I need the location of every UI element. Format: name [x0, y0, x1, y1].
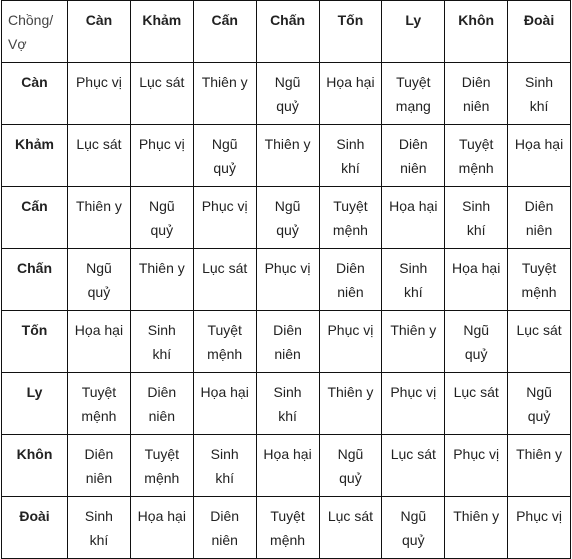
table-cell: Diên niên — [129, 372, 194, 435]
table-cell: Phục vị — [129, 124, 194, 187]
table-cell: Phục vị — [67, 62, 131, 125]
table-cell: Ngũ quỷ — [255, 62, 320, 125]
table-cell: Ngũ quỷ — [67, 248, 131, 311]
table-cell: Lục sát — [67, 124, 131, 187]
table-cell: Ngũ quỷ — [444, 310, 509, 373]
table-row: Cấn Thiên y Ngũ quỷ Phục vị Ngũ quỷ Tuyệt mện… — [1, 186, 571, 249]
column-header: Đoài — [507, 0, 571, 63]
table-cell: Lục sát — [129, 62, 194, 125]
table-cell: Sinh khí — [129, 310, 194, 373]
row-header: Tốn — [1, 310, 68, 373]
table-row: Khôn Diên niên Tuyệt mệnh Sinh khí Họa hại Ng… — [1, 434, 571, 497]
table-cell: Họa hại — [318, 62, 383, 125]
table-cell: Ngũ quỷ — [507, 372, 571, 435]
table-cell: Diên niên — [444, 62, 509, 125]
row-header: Đoài — [1, 496, 68, 559]
table-cell: Diên niên — [381, 124, 446, 187]
table-cell: Họa hại — [255, 434, 320, 497]
table-cell: Diên niên — [255, 310, 320, 373]
table-cell: Tuyệt mệnh — [129, 434, 194, 497]
table-cell: Sinh khí — [192, 434, 257, 497]
table-row: Tốn Họa hại Sinh khí Tuyệt mệnh Diên niên Phụ… — [1, 310, 571, 373]
table-cell: Thiên y — [192, 62, 257, 125]
table-cell: Phục vị — [444, 434, 509, 497]
table-cell: Ngũ quỷ — [318, 434, 383, 497]
table-cell: Lục sát — [444, 372, 509, 435]
table-cell: Sinh khí — [444, 186, 509, 249]
table-cell: Lục sát — [381, 434, 446, 497]
table-cell: Sinh khí — [67, 496, 131, 559]
table-cell: Phục vị — [318, 310, 383, 373]
table-cell: Thiên y — [444, 496, 509, 559]
table-cell: Sinh khí — [507, 62, 571, 125]
table-cell: Diên niên — [67, 434, 131, 497]
table-cell: Tuyệt mệnh — [318, 186, 383, 249]
column-header: Càn — [67, 0, 131, 63]
table-cell: Họa hại — [67, 310, 131, 373]
column-header: Cấn — [192, 0, 257, 63]
table-cell: Lục sát — [192, 248, 257, 311]
row-header: Càn — [1, 62, 68, 125]
compatibility-table: Chồng/ Vợ Càn Khảm Cấn Chấn Tốn Ly Khôn Đoài Cà… — [1, 0, 571, 559]
table-cell: Tuyệt mệnh — [507, 248, 571, 311]
table-cell: Ngũ quỷ — [381, 496, 446, 559]
table-cell: Tuyệt mạng — [381, 62, 446, 125]
table-cell: Ngũ quỷ — [129, 186, 194, 249]
table-cell: Họa hại — [192, 372, 257, 435]
table-cell: Diên niên — [192, 496, 257, 559]
row-header: Chấn — [1, 248, 68, 311]
column-header: Khảm — [129, 0, 194, 63]
table-row: Chấn Ngũ quỷ Thiên y Lục sát Phục vị Diên niê… — [1, 248, 571, 311]
row-header: Ly — [1, 372, 68, 435]
table-cell: Ngũ quỷ — [255, 186, 320, 249]
table-cell: Thiên y — [507, 434, 571, 497]
table-cell: Tuyệt mệnh — [255, 496, 320, 559]
table-cell: Họa hại — [129, 496, 194, 559]
corner-header: Chồng/ Vợ — [1, 0, 68, 63]
table-cell: Diên niên — [318, 248, 383, 311]
table-cell: Họa hại — [444, 248, 509, 311]
table-cell: Phục vị — [192, 186, 257, 249]
table-cell: Lục sát — [507, 310, 571, 373]
table-cell: Tuyệt mệnh — [192, 310, 257, 373]
table-cell: Thiên y — [129, 248, 194, 311]
table-row: Ly Tuyệt mệnh Diên niên Họa hại Sinh khí Thiê… — [1, 372, 571, 435]
header-row: Chồng/ Vợ Càn Khảm Cấn Chấn Tốn Ly Khôn Đoài — [1, 0, 571, 63]
table-cell: Họa hại — [507, 124, 571, 187]
row-header: Cấn — [1, 186, 68, 249]
column-header: Chấn — [255, 0, 320, 63]
table-row: Khảm Lục sát Phục vị Ngũ quỷ Thiên y Sinh khí… — [1, 124, 571, 187]
table-cell: Sinh khí — [318, 124, 383, 187]
table-cell: Diên niên — [507, 186, 571, 249]
table-cell: Ngũ quỷ — [192, 124, 257, 187]
table-cell: Phục vị — [381, 372, 446, 435]
table-cell: Phục vị — [507, 496, 571, 559]
table-cell: Sinh khí — [381, 248, 446, 311]
table-cell: Thiên y — [255, 124, 320, 187]
column-header: Khôn — [444, 0, 509, 63]
column-header: Tốn — [318, 0, 383, 63]
table-cell: Họa hại — [381, 186, 446, 249]
table-cell: Sinh khí — [255, 372, 320, 435]
table-body: Càn Phục vị Lục sát Thiên y Ngũ quỷ Họa hại Tu… — [1, 62, 571, 559]
table-cell: Tuyệt mệnh — [444, 124, 509, 187]
table-cell: Phục vị — [255, 248, 320, 311]
column-header: Ly — [381, 0, 446, 63]
table-cell: Thiên y — [381, 310, 446, 373]
table-cell: Lục sát — [318, 496, 383, 559]
table-cell: Thiên y — [67, 186, 131, 249]
table-row: Càn Phục vị Lục sát Thiên y Ngũ quỷ Họa hại Tu… — [1, 62, 571, 125]
table-row: Đoài Sinh khí Họa hại Diên niên Tuyệt mệnh Lụ… — [1, 496, 571, 559]
table-cell: Tuyệt mệnh — [67, 372, 131, 435]
row-header: Khảm — [1, 124, 68, 187]
row-header: Khôn — [1, 434, 68, 497]
table-cell: Thiên y — [318, 372, 383, 435]
